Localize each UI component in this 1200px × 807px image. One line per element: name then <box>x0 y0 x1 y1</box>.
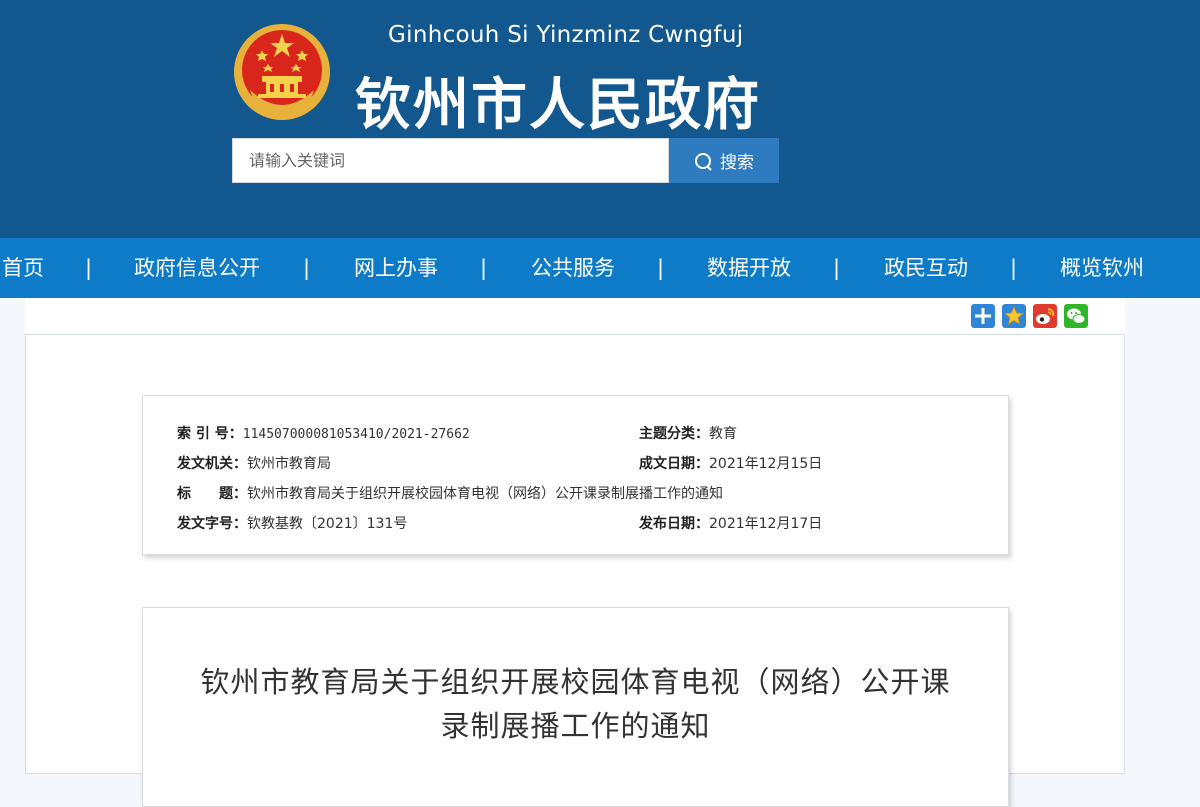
meta-date-published: 发布日期：2021年12月17日 <box>639 513 822 533</box>
meta-category-label: 主题分类： <box>639 426 709 442</box>
wechat-icon[interactable] <box>1064 304 1088 328</box>
nav-item-overview[interactable]: 概览钦州 <box>1060 238 1144 298</box>
weibo-icon[interactable] <box>1033 304 1057 328</box>
meta-date-written-label: 成文日期： <box>639 456 709 472</box>
meta-date-published-label: 发布日期： <box>639 516 709 532</box>
nav-separator: | <box>303 256 311 280</box>
meta-date-published-value: 2021年12月17日 <box>709 516 823 532</box>
meta-doc-no-label: 发文字号： <box>177 516 247 532</box>
meta-date-written: 成文日期：2021年12月15日 <box>639 453 822 473</box>
meta-category-value: 教育 <box>709 426 737 442</box>
favorite-star-icon[interactable] <box>1002 304 1026 328</box>
nav-separator: | <box>480 256 488 280</box>
document-title: 钦州市教育局关于组织开展校园体育电视（网络）公开课 录制展播工作的通知 <box>142 660 1009 748</box>
meta-issuer-label: 发文机关： <box>177 456 247 472</box>
search-icon <box>695 152 712 171</box>
nav-item-home[interactable]: 首页 <box>2 238 44 298</box>
search-button[interactable]: 搜索 <box>669 138 779 183</box>
national-emblem-icon <box>234 24 330 120</box>
document-title-line2: 录制展播工作的通知 <box>440 709 711 743</box>
search-input[interactable] <box>232 138 669 183</box>
search-button-label: 搜索 <box>720 153 754 173</box>
site-header: Ginhcouh Si Yinzminz Cwngfuj 钦州市人民政府 <box>0 0 1200 238</box>
nav-item-open-data[interactable]: 数据开放 <box>707 238 791 298</box>
meta-title-value: 钦州市教育局关于组织开展校园体育电视（网络）公开课录制展播工作的通知 <box>247 486 723 502</box>
document-title-line1: 钦州市教育局关于组织开展校园体育电视（网络）公开课 <box>200 665 951 699</box>
nav-item-online-service[interactable]: 网上办事 <box>354 238 438 298</box>
nav-separator: | <box>85 256 93 280</box>
meta-doc-no-value: 钦教基教〔2021〕131号 <box>247 516 408 532</box>
meta-issuer-value: 钦州市教育局 <box>247 456 331 472</box>
meta-index-no: 索 引 号：114507000081053410/2021-27662 <box>177 423 470 443</box>
nav-item-public-service[interactable]: 公共服务 <box>531 238 615 298</box>
nav-separator: | <box>1010 256 1018 280</box>
meta-category: 主题分类：教育 <box>639 423 737 443</box>
meta-title-label: 标 题： <box>177 486 247 502</box>
nav-separator: | <box>657 256 665 280</box>
nav-item-interaction[interactable]: 政民互动 <box>884 238 968 298</box>
meta-title: 标 题：钦州市教育局关于组织开展校园体育电视（网络）公开课录制展播工作的通知 <box>177 483 723 503</box>
site-pinyin-title: Ginhcouh Si Yinzminz Cwngfuj <box>388 22 744 48</box>
share-plus-icon[interactable] <box>971 304 995 328</box>
main-nav: 首页 | 政府信息公开 | 网上办事 | 公共服务 | 数据开放 | 政民互动 … <box>0 238 1200 298</box>
meta-index-no-label: 索 引 号： <box>177 426 243 442</box>
meta-date-written-value: 2021年12月15日 <box>709 456 823 472</box>
meta-issuer: 发文机关：钦州市教育局 <box>177 453 331 473</box>
site-title: 钦州市人民政府 <box>355 73 761 138</box>
nav-item-gov-info[interactable]: 政府信息公开 <box>134 238 260 298</box>
meta-doc-no: 发文字号：钦教基教〔2021〕131号 <box>177 513 407 533</box>
meta-index-no-value: 114507000081053410/2021-27662 <box>242 427 470 442</box>
share-bar <box>25 298 1125 334</box>
nav-separator: | <box>833 256 841 280</box>
